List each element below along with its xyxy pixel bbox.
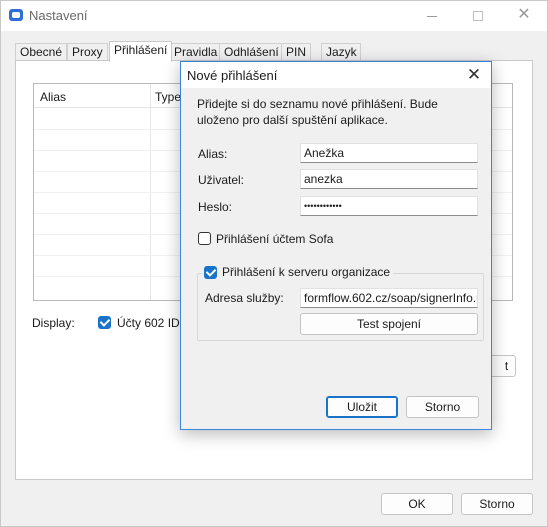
test-connection-button[interactable]: Test spojení <box>300 313 478 335</box>
tab-obecne[interactable]: Obecné <box>15 43 68 61</box>
org-server-checkbox[interactable] <box>204 266 217 279</box>
service-address-field[interactable]: formflow.602.cz/soap/signerInfo.php <box>300 288 478 308</box>
checkbox-602-id[interactable] <box>98 316 111 329</box>
display-filter: Display: Účty 602 ID <box>32 316 200 330</box>
close-icon: ✕ <box>466 65 482 84</box>
column-type[interactable]: Type <box>155 90 181 104</box>
sofa-checkbox[interactable] <box>198 232 211 245</box>
dialog-close-button[interactable]: ✕ <box>463 65 485 85</box>
maximize-button[interactable] <box>455 1 501 31</box>
cancel-button[interactable]: Storno <box>461 493 533 515</box>
checkbox-602-id-label: Účty 602 ID <box>117 316 180 330</box>
dialog-title: Nové přihlášení <box>187 68 278 83</box>
dialog-cancel-button[interactable]: Storno <box>406 396 479 418</box>
dialog-description: Přidejte si do seznamu nové přihlášení. … <box>197 97 438 127</box>
tab-prihlaseni[interactable]: Přihlášení <box>109 41 173 62</box>
tab-proxy[interactable]: Proxy <box>67 43 108 61</box>
org-group-legend: Přihlášení k serveru organizace <box>202 265 394 281</box>
user-label: Uživatel: <box>198 173 245 187</box>
sofa-checkbox-label: Přihlášení účtem Sofa <box>216 232 334 246</box>
title-bar: Nastavení ✕ <box>1 1 547 31</box>
new-login-dialog: Nové přihlášení ✕ Přidejte si do seznamu… <box>180 61 492 430</box>
user-field[interactable]: anezka <box>300 169 478 189</box>
alias-field[interactable]: Anežka <box>300 143 478 163</box>
password-label: Heslo: <box>198 200 233 214</box>
tab-odhlaseni[interactable]: Odhlášení <box>219 43 284 61</box>
tab-pin[interactable]: PIN <box>281 43 312 61</box>
display-label: Display: <box>32 316 75 330</box>
column-alias[interactable]: Alias <box>40 90 66 104</box>
tab-jazyk[interactable]: Jazyk <box>321 43 361 61</box>
save-button[interactable]: Uložit <box>326 396 398 418</box>
app-icon <box>9 9 23 21</box>
tab-pravidla[interactable]: Pravidla <box>169 43 223 61</box>
ok-button[interactable]: OK <box>381 493 453 515</box>
minimize-button[interactable] <box>409 1 455 31</box>
password-field[interactable]: •••••••••••• <box>300 196 478 216</box>
maximize-icon <box>473 11 483 22</box>
minimize-icon <box>427 15 437 17</box>
close-button[interactable]: ✕ <box>501 1 547 31</box>
close-icon: ✕ <box>517 6 531 23</box>
alias-label: Alias: <box>198 147 228 161</box>
window-title: Nastavení <box>29 8 88 23</box>
service-address-label: Adresa služby: <box>205 291 284 305</box>
org-server-checkbox-label: Přihlášení k serveru organizace <box>222 265 391 279</box>
dialog-title-bar: Nové přihlášení ✕ <box>181 62 491 88</box>
